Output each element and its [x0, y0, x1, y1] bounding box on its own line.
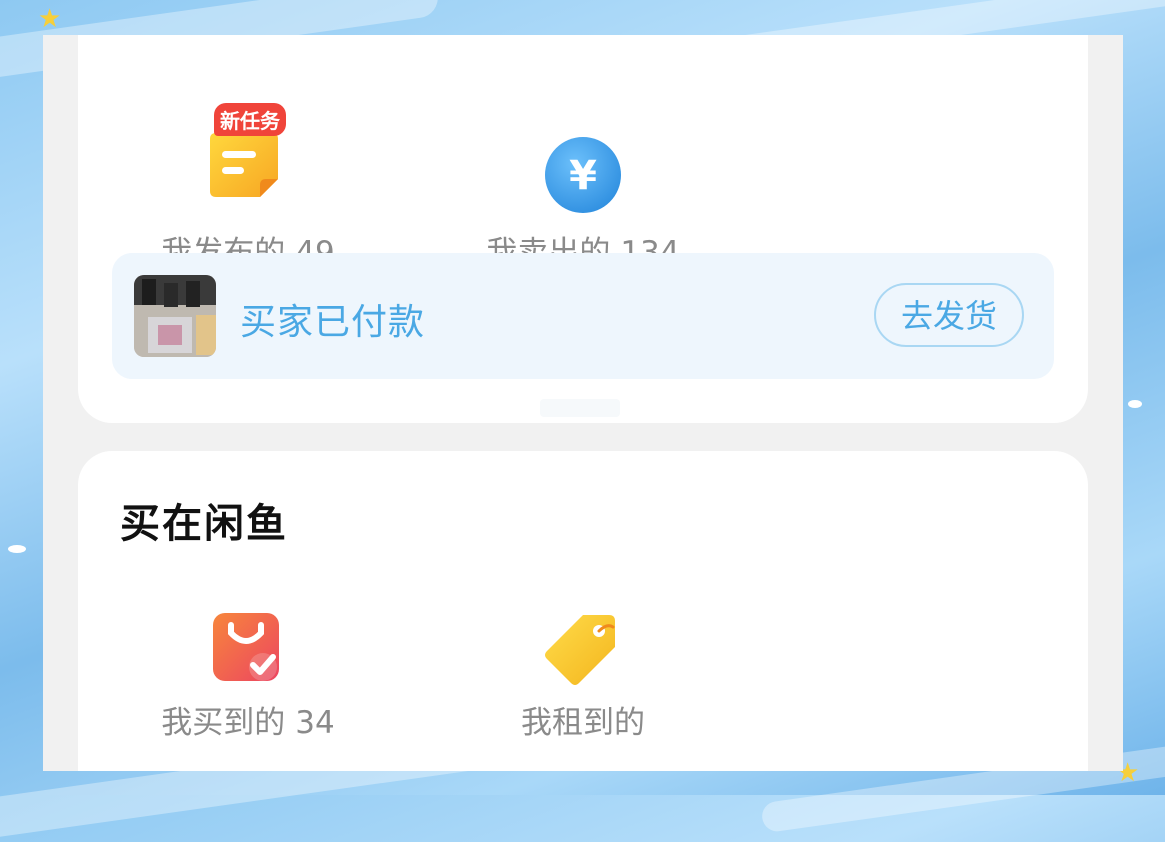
bought-count: 34	[295, 705, 335, 741]
order-notice-bar[interactable]: 买家已付款 去发货	[112, 253, 1054, 379]
sell-card: 新任务 我发布的49 ¥ 我卖出的134	[78, 35, 1088, 423]
rented-label: 我租到的	[521, 705, 645, 741]
drag-handle	[540, 399, 620, 417]
new-task-badge: 新任务	[214, 103, 286, 136]
sparkle-dot	[1128, 400, 1142, 408]
coin-symbol: ¥	[569, 153, 597, 199]
price-tag-icon	[545, 615, 615, 685]
yuan-coin-icon: ¥	[545, 137, 621, 213]
rented-entry[interactable]	[543, 611, 619, 687]
published-entry[interactable]: 新任务	[208, 103, 288, 213]
bought-stat[interactable]: 我买到的 34	[118, 697, 378, 742]
bought-entry[interactable]	[211, 611, 281, 683]
star-icon: ★	[38, 4, 62, 34]
rented-stat[interactable]: 我租到的	[453, 697, 713, 742]
product-thumbnail	[134, 275, 216, 357]
bought-label: 我买到的	[161, 705, 286, 741]
sold-entry[interactable]: ¥	[543, 135, 623, 215]
shopping-bag-icon	[213, 613, 279, 681]
app-screen: 新任务 我发布的49 ¥ 我卖出的134	[43, 35, 1123, 771]
section-title: 买在闲鱼	[120, 501, 288, 547]
product-photo	[134, 275, 216, 357]
notice-text: 买家已付款	[240, 302, 426, 343]
sticky-note-icon	[210, 133, 278, 197]
buy-card: 买在闲鱼 我买到的 34 我租到的	[78, 451, 1088, 771]
ship-button[interactable]: 去发货	[874, 283, 1024, 347]
sparkle-dot	[8, 545, 26, 553]
